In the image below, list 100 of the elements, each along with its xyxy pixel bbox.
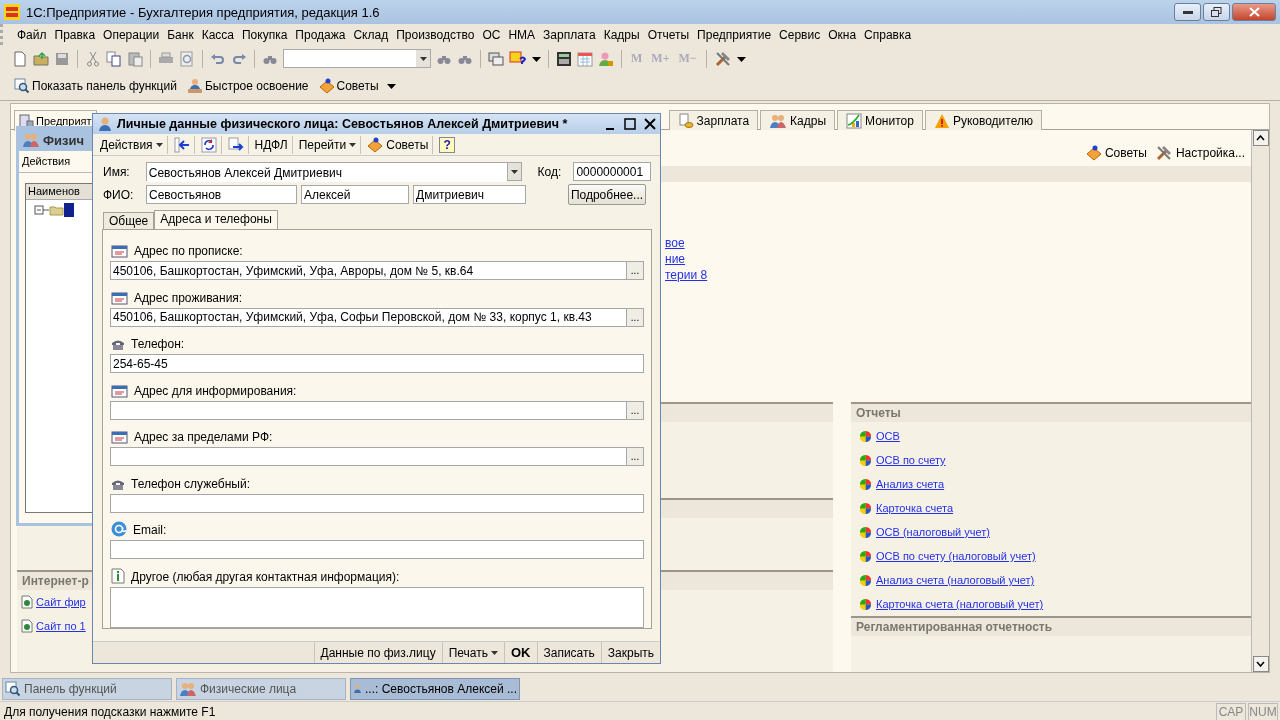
menu-item[interactable]: Операции [99, 25, 164, 44]
toolbar-button[interactable]: Советы [363, 135, 434, 154]
more-button[interactable]: Подробнее... [568, 184, 646, 205]
panel-tab[interactable]: Кадры [760, 110, 836, 130]
dropdown-caret-icon[interactable] [736, 55, 746, 62]
menu-item[interactable]: Банк [163, 25, 198, 44]
minimize-button[interactable] [1174, 3, 1201, 21]
windows-icon[interactable] [488, 50, 504, 67]
toolbar-button[interactable]: Показать панель функций [12, 76, 179, 96]
taskbar-button[interactable]: ...: Севостьянов Алексей ... [350, 678, 520, 700]
menu-item[interactable]: Склад [349, 25, 393, 44]
select-button[interactable]: ... [627, 447, 644, 467]
toolbar-button[interactable]: Настройка... [1154, 140, 1245, 166]
menu-item[interactable]: Продажа [291, 25, 350, 44]
open-folder-icon[interactable] [33, 50, 49, 67]
select-button[interactable]: ... [627, 261, 644, 281]
toolbar-button[interactable]: НДФЛ [250, 135, 293, 154]
search-combo-field[interactable] [283, 49, 431, 68]
restore-button[interactable] [1203, 3, 1230, 21]
preview-icon[interactable] [179, 50, 195, 67]
help-icon[interactable] [509, 50, 527, 67]
link[interactable]: Анализ счета [876, 478, 945, 490]
code-field[interactable]: 0000000001 [573, 162, 651, 181]
menu-item[interactable]: Правка [50, 25, 100, 44]
link[interactable]: ОСВ по счету (налоговый учет) [876, 550, 1036, 562]
settings-icon[interactable] [1154, 144, 1173, 162]
menu-button[interactable]: Действия [96, 135, 168, 154]
address-field[interactable] [110, 447, 627, 467]
select-button[interactable]: ... [627, 400, 644, 420]
link[interactable]: Карточка счета [876, 502, 954, 514]
panel-tab[interactable]: Руководителю [924, 110, 1042, 130]
link[interactable]: ОСВ [876, 430, 900, 442]
cut-icon[interactable] [85, 50, 101, 67]
link[interactable]: Анализ счета (налоговый учет) [876, 574, 1035, 586]
input-field[interactable]: Севостьянов [146, 185, 297, 204]
link[interactable]: ОСВ (налоговый учет) [876, 526, 990, 538]
dropdown-caret-icon[interactable] [386, 83, 396, 89]
scroll-up-icon[interactable] [1256, 135, 1265, 141]
help-button[interactable]: ? [439, 136, 456, 153]
menu-item[interactable]: Предприятие [693, 25, 776, 44]
taskbar-button[interactable]: Панель функций [2, 678, 172, 700]
menu-item[interactable]: Справка [860, 25, 916, 44]
menu-item[interactable]: Покупка [238, 25, 292, 44]
maximize-button[interactable] [624, 118, 636, 130]
menu-item[interactable]: Окна [824, 25, 861, 44]
footer-button[interactable]: Печать [441, 642, 504, 663]
toolbar-button[interactable]: Советы [1085, 140, 1147, 166]
link[interactable]: ние [665, 252, 1251, 266]
refresh-icon[interactable] [200, 136, 217, 153]
user-lock-icon[interactable] [598, 50, 614, 67]
select-button[interactable]: ... [627, 307, 644, 327]
menu-button[interactable]: Перейти [294, 135, 362, 154]
panel-tab[interactable]: Зарплата [668, 110, 759, 130]
taskbar-button[interactable]: Физические лица [176, 678, 346, 700]
toolbar-button[interactable]: Советы [316, 76, 381, 96]
scrollbar[interactable] [1251, 130, 1269, 672]
calendar-icon[interactable] [577, 50, 593, 67]
toolbar-button[interactable]: Быстрое освоение [184, 76, 311, 96]
footer-button[interactable]: Данные по физ.лицу [313, 642, 442, 663]
menu-item[interactable]: Зарплата [539, 25, 600, 44]
text-area[interactable] [110, 586, 644, 628]
address-field[interactable] [110, 400, 627, 420]
menu-item[interactable]: НМА [504, 25, 540, 44]
save-icon[interactable] [54, 50, 70, 67]
link[interactable]: ОСВ по счету [876, 454, 946, 466]
copy-icon[interactable] [106, 50, 122, 67]
footer-button[interactable]: Закрыть [600, 642, 660, 663]
menu-item[interactable]: Файл [13, 25, 51, 44]
back-icon[interactable] [173, 136, 190, 153]
input-field[interactable]: Алексей [301, 185, 409, 204]
panel-tab[interactable]: Монитор [837, 110, 923, 130]
tab[interactable]: Адреса и телефоны [154, 210, 278, 229]
input-field[interactable]: Дмитриевич [413, 185, 526, 204]
link[interactable]: вое [665, 236, 1251, 250]
link[interactable]: Сайт по 1 [36, 620, 86, 632]
paste-icon[interactable] [127, 50, 143, 67]
dropdown-caret-icon[interactable] [532, 55, 541, 62]
footer-button[interactable]: OK [504, 642, 537, 663]
new-document-icon[interactable] [12, 50, 28, 67]
close-button[interactable] [644, 118, 656, 130]
settings-icon[interactable] [713, 49, 732, 68]
menu-item[interactable]: Кадры [599, 25, 644, 44]
scroll-down-icon[interactable] [1256, 661, 1265, 667]
link[interactable]: Карточка счета (налоговый учет) [876, 598, 1044, 610]
phone-field[interactable]: 254-65-45 [110, 354, 644, 374]
calculator-icon[interactable] [556, 50, 572, 67]
email-field[interactable] [110, 540, 644, 560]
menu-item[interactable]: ОС [478, 25, 505, 44]
menu-button[interactable]: Действия [22, 155, 71, 167]
link[interactable]: Сайт фир [36, 596, 86, 608]
tab[interactable]: Общее [103, 212, 155, 229]
menu-item[interactable]: Касса [197, 25, 238, 44]
address-field[interactable]: 450106, Башкортостан, Уфимский, Уфа, Софьи Перовской, дом № 33, корпус 1, кв.43 [110, 307, 627, 327]
link[interactable]: терии 8 [665, 268, 1251, 282]
footer-button[interactable]: Записать [536, 642, 601, 663]
name-combo-field[interactable]: Севостьянов Алексей Дмитриевич [145, 162, 522, 181]
menu-item[interactable]: Производство [392, 25, 479, 44]
menu-item[interactable]: Сервис [775, 25, 825, 44]
phone-field[interactable] [110, 493, 644, 513]
transfer-icon[interactable] [227, 136, 244, 153]
